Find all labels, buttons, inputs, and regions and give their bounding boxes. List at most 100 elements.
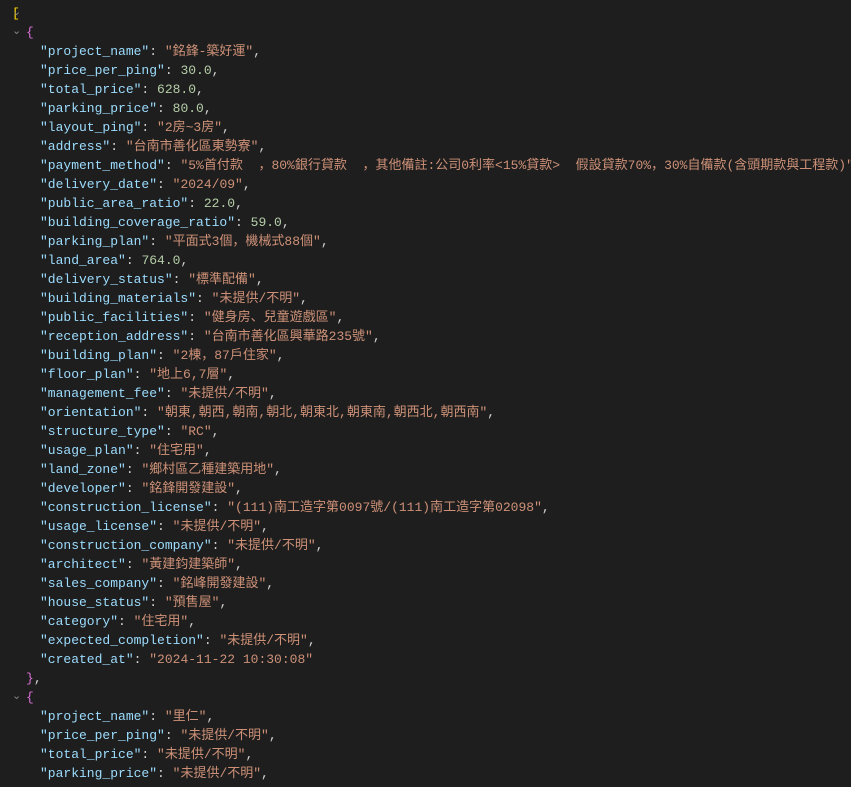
code-line[interactable]: "project_name": "里仁", xyxy=(12,707,851,726)
code-line[interactable]: "address": "台南市善化區東勢寮", xyxy=(12,137,851,156)
json-number-value: 30.0 xyxy=(180,63,211,78)
colon: : xyxy=(165,386,181,401)
json-key: "project_name" xyxy=(40,44,149,59)
json-string-value: "標準配備" xyxy=(188,272,256,287)
code-line[interactable]: "delivery_status": "標準配備", xyxy=(12,270,851,289)
code-line[interactable]: "building_materials": "未提供/不明", xyxy=(12,289,851,308)
comma: , xyxy=(212,424,220,439)
json-string-value: "2棟，87戶住家" xyxy=(173,348,277,363)
colon: : xyxy=(188,196,204,211)
comma: , xyxy=(243,177,251,192)
json-key: "building_coverage_ratio" xyxy=(40,215,235,230)
code-line[interactable]: "expected_completion": "未提供/不明", xyxy=(12,631,851,650)
json-key: "layout_ping" xyxy=(40,120,141,135)
json-string-value: "住宅用" xyxy=(149,443,204,458)
json-string-value: "健身房、兒童遊戲區" xyxy=(204,310,337,325)
fold-toggle-icon[interactable]: ⌄ xyxy=(12,688,21,707)
code-line[interactable]: "total_price": "未提供/不明", xyxy=(12,745,851,764)
comma: , xyxy=(336,310,344,325)
code-line[interactable]: "construction_company": "未提供/不明", xyxy=(12,536,851,555)
comma: , xyxy=(282,215,290,230)
code-line[interactable]: }, xyxy=(12,669,851,688)
comma: , xyxy=(235,557,243,572)
json-string-value: "未提供/不明" xyxy=(173,766,261,781)
json-string-value: "鄉村區乙種建築用地" xyxy=(141,462,274,477)
colon: : xyxy=(141,120,157,135)
code-line[interactable]: "public_area_ratio": 22.0, xyxy=(12,194,851,213)
json-string-value: "未提供/不明" xyxy=(157,747,245,762)
code-line[interactable]: "building_coverage_ratio": 59.0, xyxy=(12,213,851,232)
code-line[interactable]: "parking_price": "未提供/不明", xyxy=(12,764,851,783)
code-line[interactable]: "public_facilities": "健身房、兒童遊戲區", xyxy=(12,308,851,327)
code-line[interactable]: "usage_plan": "住宅用", xyxy=(12,441,851,460)
json-key: "usage_license" xyxy=(40,519,157,534)
code-line[interactable]: "usage_license": "未提供/不明", xyxy=(12,517,851,536)
code-line[interactable]: "house_status": "預售屋", xyxy=(12,593,851,612)
colon: : xyxy=(157,348,173,363)
colon: : xyxy=(157,766,173,781)
code-line[interactable]: { xyxy=(12,23,851,42)
json-string-value: "5%首付款 ，80%銀行貸款 ，其他備註:公司0利率<15%貸款> 假設貸款7… xyxy=(180,158,851,173)
colon: : xyxy=(134,367,150,382)
json-string-value: "銘峰開發建設" xyxy=(173,576,267,591)
fold-toggle-icon[interactable]: ⌄ xyxy=(12,23,21,42)
code-line[interactable]: "floor_plan": "地上6,7層", xyxy=(12,365,851,384)
code-line[interactable]: "land_zone": "鄉村區乙種建築用地", xyxy=(12,460,851,479)
code-line[interactable]: "management_fee": "未提供/不明", xyxy=(12,384,851,403)
json-string-value: "銘鋒開發建設" xyxy=(141,481,235,496)
json-key: "total_price" xyxy=(40,747,141,762)
comma: , xyxy=(277,348,285,363)
json-key: "reception_address" xyxy=(40,329,188,344)
json-key: "parking_plan" xyxy=(40,234,149,249)
code-line[interactable]: "price_per_ping": "未提供/不明", xyxy=(12,726,851,745)
comma: , xyxy=(487,405,495,420)
code-line[interactable]: "layout_ping": "2房~3房", xyxy=(12,118,851,137)
code-line[interactable]: "project_name": "銘鋒-築好運", xyxy=(12,42,851,61)
bracket-close-object: } xyxy=(26,671,34,686)
code-line[interactable]: "construction_license": "(111)南工造字第0097號… xyxy=(12,498,851,517)
code-line[interactable]: "architect": "黃建鈞建築師", xyxy=(12,555,851,574)
colon: : xyxy=(165,158,181,173)
code-line[interactable]: "delivery_date": "2024/09", xyxy=(12,175,851,194)
json-key: "structure_type" xyxy=(40,424,165,439)
comma: , xyxy=(235,481,243,496)
code-line[interactable]: "developer": "銘鋒開發建設", xyxy=(12,479,851,498)
code-editor[interactable]: ⌄ [ ⌄ { "project_name": "銘鋒-築好運","price_… xyxy=(0,0,851,787)
code-line[interactable]: "category": "住宅用", xyxy=(12,612,851,631)
json-string-value: "銘鋒-築好運" xyxy=(165,44,253,59)
json-key: "land_zone" xyxy=(40,462,126,477)
comma: , xyxy=(269,728,277,743)
json-key: "sales_company" xyxy=(40,576,157,591)
comma: , xyxy=(256,272,264,287)
json-key: "address" xyxy=(40,139,110,154)
code-line[interactable]: "payment_method": "5%首付款 ，80%銀行貸款 ，其他備註:… xyxy=(12,156,851,175)
json-string-value: "朝東,朝西,朝南,朝北,朝東北,朝東南,朝西北,朝西南" xyxy=(157,405,487,420)
colon: : xyxy=(188,329,204,344)
colon: : xyxy=(141,747,157,762)
fold-toggle-icon[interactable]: ⌄ xyxy=(12,4,21,23)
comma: , xyxy=(196,82,204,97)
code-line[interactable]: "total_price": 628.0, xyxy=(12,80,851,99)
code-line[interactable]: "land_area": 764.0, xyxy=(12,251,851,270)
code-line[interactable]: "reception_address": "台南市善化區興華路235號", xyxy=(12,327,851,346)
json-key: "management_fee" xyxy=(40,386,165,401)
code-line[interactable]: "building_plan": "2棟，87戶住家", xyxy=(12,346,851,365)
json-string-value: "平面式3個，機械式88個" xyxy=(165,234,321,249)
comma: , xyxy=(188,614,196,629)
code-line[interactable]: "price_per_ping": 30.0, xyxy=(12,61,851,80)
code-line[interactable]: [ xyxy=(12,4,851,23)
code-line[interactable]: "parking_price": 80.0, xyxy=(12,99,851,118)
json-string-value: "住宅用" xyxy=(134,614,189,629)
colon: : xyxy=(157,576,173,591)
json-key: "public_facilities" xyxy=(40,310,188,325)
code-line[interactable]: "created_at": "2024-11-22 10:30:08" xyxy=(12,650,851,669)
code-line[interactable]: { xyxy=(12,688,851,707)
code-line[interactable]: "sales_company": "銘峰開發建設", xyxy=(12,574,851,593)
colon: : xyxy=(110,139,126,154)
colon: : xyxy=(149,595,165,610)
comma: , xyxy=(300,291,308,306)
code-line[interactable]: "parking_plan": "平面式3個，機械式88個", xyxy=(12,232,851,251)
code-line[interactable]: "structure_type": "RC", xyxy=(12,422,851,441)
code-line[interactable]: "orientation": "朝東,朝西,朝南,朝北,朝東北,朝東南,朝西北,… xyxy=(12,403,851,422)
bracket-open-object: { xyxy=(26,25,34,40)
